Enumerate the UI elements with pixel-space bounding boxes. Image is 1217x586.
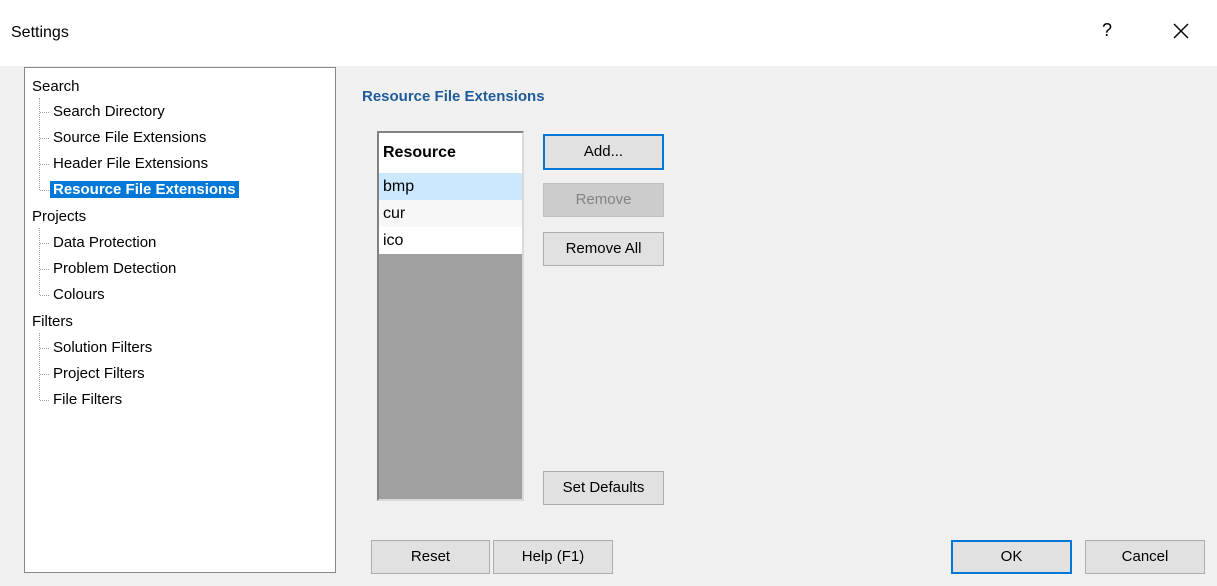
tree-group-projects[interactable]: Projects	[32, 207, 86, 227]
tree-item-source-file-extensions[interactable]: Source File Extensions	[53, 128, 206, 148]
tree-group-search[interactable]: Search	[32, 77, 80, 97]
tree-connector	[39, 228, 40, 295]
remove-button[interactable]: Remove	[543, 183, 664, 217]
tree-connector	[40, 348, 49, 349]
tree-connector	[40, 190, 49, 191]
tree-connector	[39, 333, 40, 400]
tree-connector	[40, 243, 49, 244]
cancel-button[interactable]: Cancel	[1085, 540, 1205, 574]
list-column-header[interactable]: Resource	[379, 133, 522, 173]
tree-item-colours[interactable]: Colours	[53, 285, 105, 305]
tree-connector	[40, 400, 49, 401]
tree-connector	[40, 269, 49, 270]
tree-item-data-protection[interactable]: Data Protection	[53, 233, 156, 253]
tree-item-problem-detection[interactable]: Problem Detection	[53, 259, 176, 279]
title-bar: Settings ?	[0, 0, 1217, 66]
list-item[interactable]: cur	[379, 200, 522, 227]
settings-tree[interactable]: Search Search Directory Source File Exte…	[24, 67, 336, 573]
close-icon[interactable]	[1168, 18, 1194, 44]
list-item[interactable]: bmp	[379, 173, 522, 200]
tree-connector	[40, 164, 49, 165]
ok-button[interactable]: OK	[951, 540, 1072, 574]
tree-item-resource-file-extensions[interactable]: Resource File Extensions	[50, 180, 239, 200]
tree-connector	[40, 112, 49, 113]
help-f1-button[interactable]: Help (F1)	[493, 540, 613, 574]
window-title: Settings	[11, 24, 69, 41]
tree-item-solution-filters[interactable]: Solution Filters	[53, 338, 152, 358]
tree-item-header-file-extensions[interactable]: Header File Extensions	[53, 154, 208, 174]
reset-button[interactable]: Reset	[371, 540, 490, 574]
set-defaults-button[interactable]: Set Defaults	[543, 471, 664, 505]
section-title: Resource File Extensions	[362, 88, 545, 105]
add-button[interactable]: Add...	[543, 134, 664, 170]
tree-item-search-directory[interactable]: Search Directory	[53, 102, 165, 122]
tree-connector	[40, 295, 49, 296]
tree-item-file-filters[interactable]: File Filters	[53, 390, 122, 410]
tree-group-filters[interactable]: Filters	[32, 312, 73, 332]
help-button[interactable]: ?	[1099, 20, 1115, 41]
resource-extensions-list[interactable]: Resource bmp cur ico	[377, 131, 524, 501]
tree-connector	[40, 374, 49, 375]
list-item[interactable]: ico	[379, 227, 522, 254]
tree-connector	[40, 138, 49, 139]
tree-item-project-filters[interactable]: Project Filters	[53, 364, 145, 384]
remove-all-button[interactable]: Remove All	[543, 232, 664, 266]
